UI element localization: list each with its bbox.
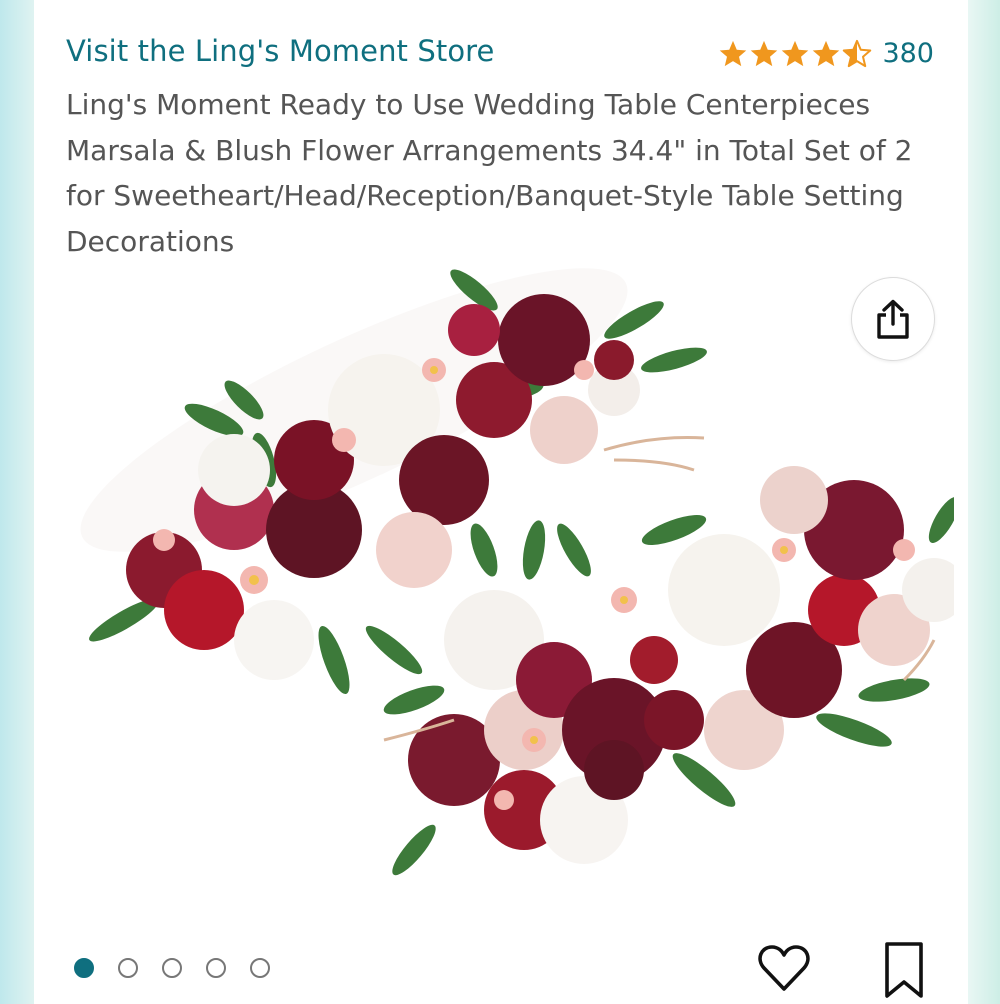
carousel-dot[interactable] (162, 958, 182, 978)
like-button[interactable] (756, 940, 812, 996)
star-icon (751, 40, 778, 66)
review-count[interactable]: 380 (882, 38, 934, 69)
product-card: Visit the Ling's Moment Store 380 Ling's… (34, 0, 968, 1000)
carousel-dot[interactable] (74, 958, 94, 978)
product-title: Ling's Moment Ready to Use Wedding Table… (66, 88, 913, 258)
carousel-dot[interactable] (206, 958, 226, 978)
share-button[interactable] (851, 277, 935, 361)
store-link[interactable]: Visit the Ling's Moment Store (66, 34, 495, 68)
rating[interactable]: 380 (718, 38, 934, 69)
bookmark-icon (885, 942, 923, 998)
star-icon (813, 40, 840, 66)
star-icon (720, 40, 747, 66)
image-carousel-dots (74, 958, 270, 978)
save-button[interactable] (879, 938, 929, 1000)
star-icon (782, 40, 809, 66)
star-rating (718, 39, 872, 69)
heart-icon (758, 945, 810, 991)
right-arrangement (383, 466, 954, 876)
carousel-dot[interactable] (250, 958, 270, 978)
half-star-icon (843, 39, 872, 67)
carousel-dot[interactable] (118, 958, 138, 978)
share-icon (877, 299, 909, 339)
product-image[interactable] (54, 260, 954, 900)
left-arrangement (80, 268, 707, 695)
